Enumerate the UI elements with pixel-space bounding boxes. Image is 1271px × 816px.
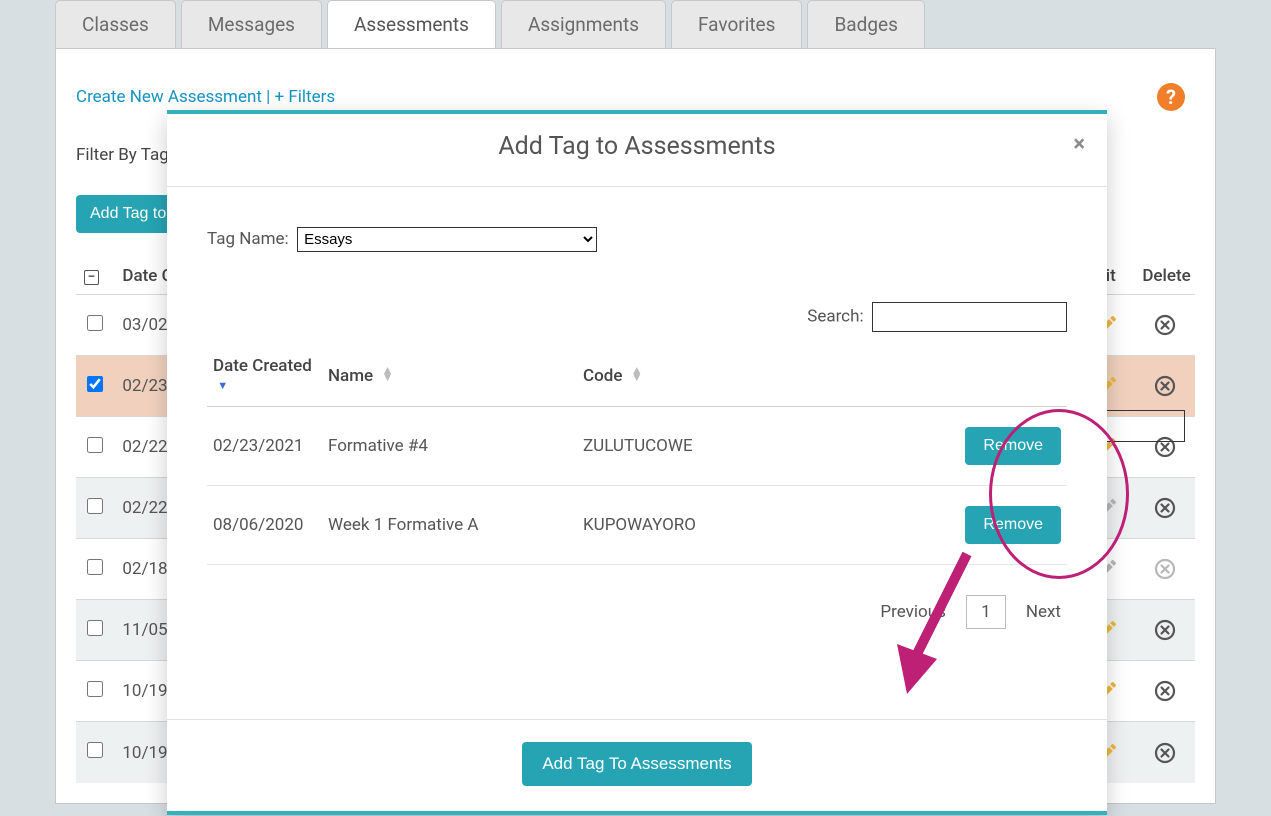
row-checkbox[interactable] xyxy=(87,315,103,331)
close-icon[interactable]: × xyxy=(1073,132,1085,157)
select-all-checkbox[interactable]: − xyxy=(84,270,99,285)
delete-icon[interactable] xyxy=(1142,374,1187,398)
delete-icon[interactable] xyxy=(1142,618,1187,642)
tag-name-select[interactable]: Essays xyxy=(297,227,597,252)
delete-icon[interactable] xyxy=(1142,557,1187,581)
modal-row-name: Formative #4 xyxy=(322,407,577,486)
tab-assessments[interactable]: Assessments xyxy=(327,0,496,48)
modal-row-date: 08/06/2020 xyxy=(207,486,322,565)
row-checkbox[interactable] xyxy=(87,742,103,758)
sort-icon: ▲▼ xyxy=(382,367,394,380)
add-tag-modal: Add Tag to Assessments × Tag Name: Essay… xyxy=(167,110,1107,815)
remove-button[interactable]: Remove xyxy=(965,427,1061,465)
add-tag-button[interactable]: Add Tag to xyxy=(76,195,180,233)
panel-top-links: Create New Assessment | + Filters xyxy=(76,87,1195,107)
tab-assignments[interactable]: Assignments xyxy=(501,0,666,48)
row-checkbox[interactable] xyxy=(87,376,103,392)
row-checkbox[interactable] xyxy=(87,681,103,697)
delete-icon[interactable] xyxy=(1142,496,1187,520)
pager-page[interactable]: 1 xyxy=(966,595,1006,629)
modal-row-date: 02/23/2021 xyxy=(207,407,322,486)
modal-search-input[interactable] xyxy=(872,302,1067,332)
tab-messages[interactable]: Messages xyxy=(181,0,322,48)
modal-table-row: 08/06/2020 Week 1 Formative A KUPOWAYORO… xyxy=(207,486,1067,565)
delete-icon[interactable] xyxy=(1142,679,1187,703)
add-tag-to-assessments-button[interactable]: Add Tag To Assessments xyxy=(522,742,751,786)
modal-title: Add Tag to Assessments × xyxy=(167,114,1107,187)
modal-col-date[interactable]: Date Created ▼ xyxy=(207,346,322,407)
search-label: Search: xyxy=(807,307,863,327)
row-checkbox[interactable] xyxy=(87,498,103,514)
tag-name-label: Tag Name: xyxy=(207,229,289,249)
remove-button[interactable]: Remove xyxy=(965,506,1061,544)
delete-icon[interactable] xyxy=(1142,313,1187,337)
modal-col-code[interactable]: Code ▲▼ xyxy=(577,346,847,407)
filters-link[interactable]: + Filters xyxy=(275,87,336,107)
col-delete: Delete xyxy=(1134,258,1195,295)
help-icon[interactable]: ? xyxy=(1157,83,1185,111)
modal-row-code: ZULUTUCOWE xyxy=(577,407,847,486)
pager: Previous 1 Next xyxy=(207,565,1067,689)
row-checkbox[interactable] xyxy=(87,559,103,575)
tab-classes[interactable]: Classes xyxy=(55,0,176,48)
sort-icon: ▲▼ xyxy=(631,367,643,380)
modal-row-code: KUPOWAYORO xyxy=(577,486,847,565)
modal-col-name[interactable]: Name ▲▼ xyxy=(322,346,577,407)
row-checkbox[interactable] xyxy=(87,437,103,453)
pager-next[interactable]: Next xyxy=(1026,602,1061,622)
pager-prev[interactable]: Previous xyxy=(880,602,945,622)
modal-table: Date Created ▼ Name ▲▼ Code ▲▼ 02/23/202… xyxy=(207,346,1067,565)
modal-table-row: 02/23/2021 Formative #4 ZULUTUCOWE Remov… xyxy=(207,407,1067,486)
tab-badges[interactable]: Badges xyxy=(807,0,924,48)
sort-desc-icon: ▼ xyxy=(217,379,228,392)
modal-row-name: Week 1 Formative A xyxy=(322,486,577,565)
tab-favorites[interactable]: Favorites xyxy=(671,0,802,48)
row-checkbox[interactable] xyxy=(87,620,103,636)
delete-icon[interactable] xyxy=(1142,741,1187,765)
create-new-assessment-link[interactable]: Create New Assessment xyxy=(76,87,262,107)
